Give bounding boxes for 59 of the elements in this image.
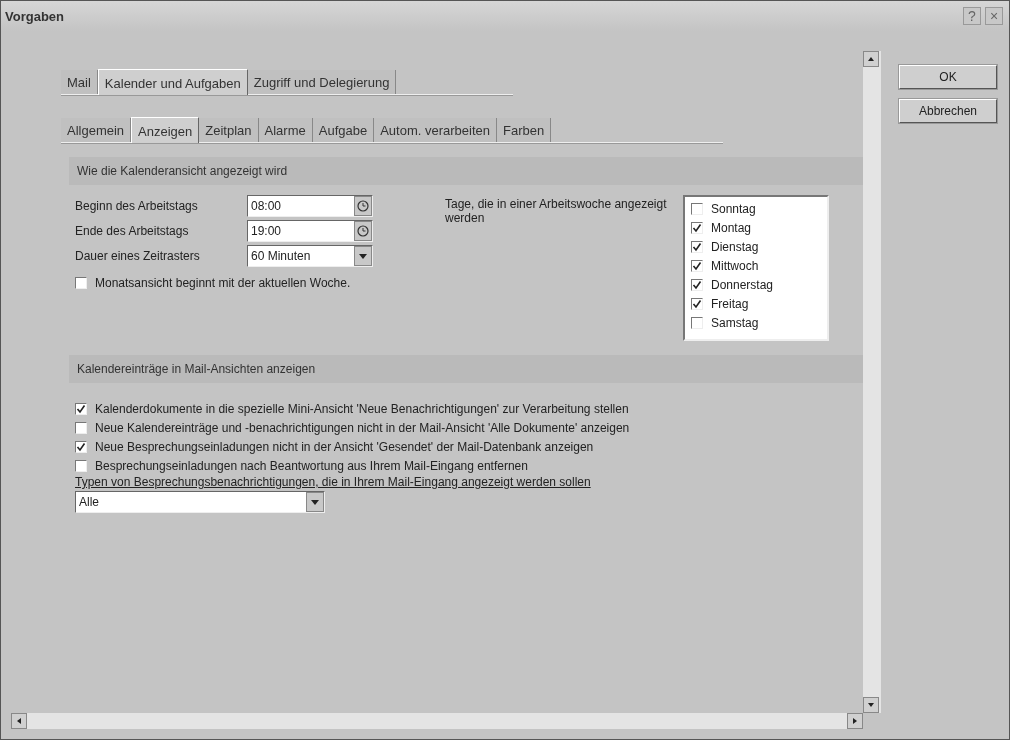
tab[interactable]: Anzeigen: [131, 117, 200, 143]
weekday-list[interactable]: Sonntag Montag Dienstag Mittwoch Donnerstag Freitag Samstag: [683, 195, 829, 341]
checkbox-label: Sonntag: [711, 201, 756, 216]
section-header: Wie die Kalenderansicht angezeigt wird: [69, 157, 863, 185]
tab[interactable]: Alarme: [258, 118, 313, 142]
tab[interactable]: Farben: [497, 118, 552, 142]
tab[interactable]: Mail: [61, 70, 98, 94]
checkbox-label: Donnerstag: [711, 277, 774, 292]
scroll-down-icon[interactable]: [863, 697, 879, 713]
field-label: Typen von Besprechungsbenachrichtigungen, die in Ihrem Mail-Eingang angezeigt werden sollen: [75, 475, 592, 489]
checkbox-label: Samstag: [711, 315, 759, 330]
tab[interactable]: Kalender und Aufgaben: [97, 69, 248, 95]
checkbox[interactable]: [691, 259, 703, 272]
checkbox[interactable]: [75, 459, 87, 472]
window-title: Vorgaben: [5, 8, 65, 24]
time-field[interactable]: 08:00: [247, 195, 373, 217]
checkbox-label: Neue Kalendereinträge und -benachrichtigungen nicht in der Mail-Ansicht 'Alle Dokumente' anzeigen: [95, 420, 630, 435]
checkbox[interactable]: [691, 202, 703, 215]
checkbox[interactable]: [691, 278, 703, 291]
checkbox-label: Kalenderdokumente in die spezielle Mini-Ansicht 'Neue Benachrichtigungen' zur Verarbeitung stellen: [95, 401, 629, 416]
checkbox-label: Besprechungseinladungen nach Beantwortung aus Ihrem Mail-Eingang entfernen: [95, 458, 528, 473]
checkbox[interactable]: [691, 221, 703, 234]
clock-icon[interactable]: [354, 221, 372, 241]
scroll-left-icon[interactable]: [11, 713, 27, 729]
tab[interactable]: Zeitplan: [199, 118, 259, 142]
clock-icon[interactable]: [354, 196, 372, 216]
checkbox[interactable]: [75, 421, 87, 434]
checkbox-label: Montag: [711, 220, 752, 235]
checkbox-label: Monatsansicht beginnt mit der aktuellen Woche.: [95, 276, 351, 290]
field-label: Tage, die in einer Arbeitswoche angezeigt werden: [445, 197, 668, 227]
checkbox[interactable]: [75, 402, 87, 415]
scroll-up-icon[interactable]: [863, 51, 879, 67]
checkbox[interactable]: [691, 240, 703, 253]
checkbox[interactable]: [691, 316, 703, 329]
dialog-button[interactable]: Abbrechen: [899, 99, 997, 123]
checkbox-label: Mittwoch: [711, 258, 759, 273]
close-button[interactable]: ×: [985, 7, 1003, 25]
scroll-right-icon[interactable]: [847, 713, 863, 729]
field-label: Beginn des Arbeitstags: [75, 199, 199, 213]
checkbox[interactable]: [691, 297, 703, 310]
duration-dropdown[interactable]: 60 Minuten: [247, 245, 373, 267]
checkbox-label: Neue Besprechungseinladungen nicht in der Ansicht 'Gesendet' der Mail-Datenbank anzeigen: [95, 439, 594, 454]
tab[interactable]: Allgemein: [61, 118, 132, 142]
field-label: Dauer eines Zeitrasters: [75, 249, 201, 263]
checkbox[interactable]: [75, 440, 87, 453]
tab[interactable]: Aufgabe: [312, 118, 375, 142]
tab[interactable]: Autom. verarbeiten: [374, 118, 498, 142]
tab[interactable]: Zugriff und Delegierung: [247, 70, 397, 94]
horizontal-scrollbar[interactable]: [11, 713, 863, 729]
section-header: Kalendereinträge in Mail-Ansichten anzeigen: [69, 355, 863, 383]
checkbox[interactable]: [75, 277, 87, 289]
field-label: Ende des Arbeitstags: [75, 224, 190, 238]
vertical-scrollbar[interactable]: [863, 51, 881, 713]
types-dropdown[interactable]: Alle: [75, 491, 325, 513]
checkbox-label: Dienstag: [711, 239, 759, 254]
time-field[interactable]: 19:00: [247, 220, 373, 242]
help-button[interactable]: ?: [963, 7, 981, 25]
checkbox-label: Freitag: [711, 296, 749, 311]
dialog-button[interactable]: OK: [899, 65, 997, 89]
